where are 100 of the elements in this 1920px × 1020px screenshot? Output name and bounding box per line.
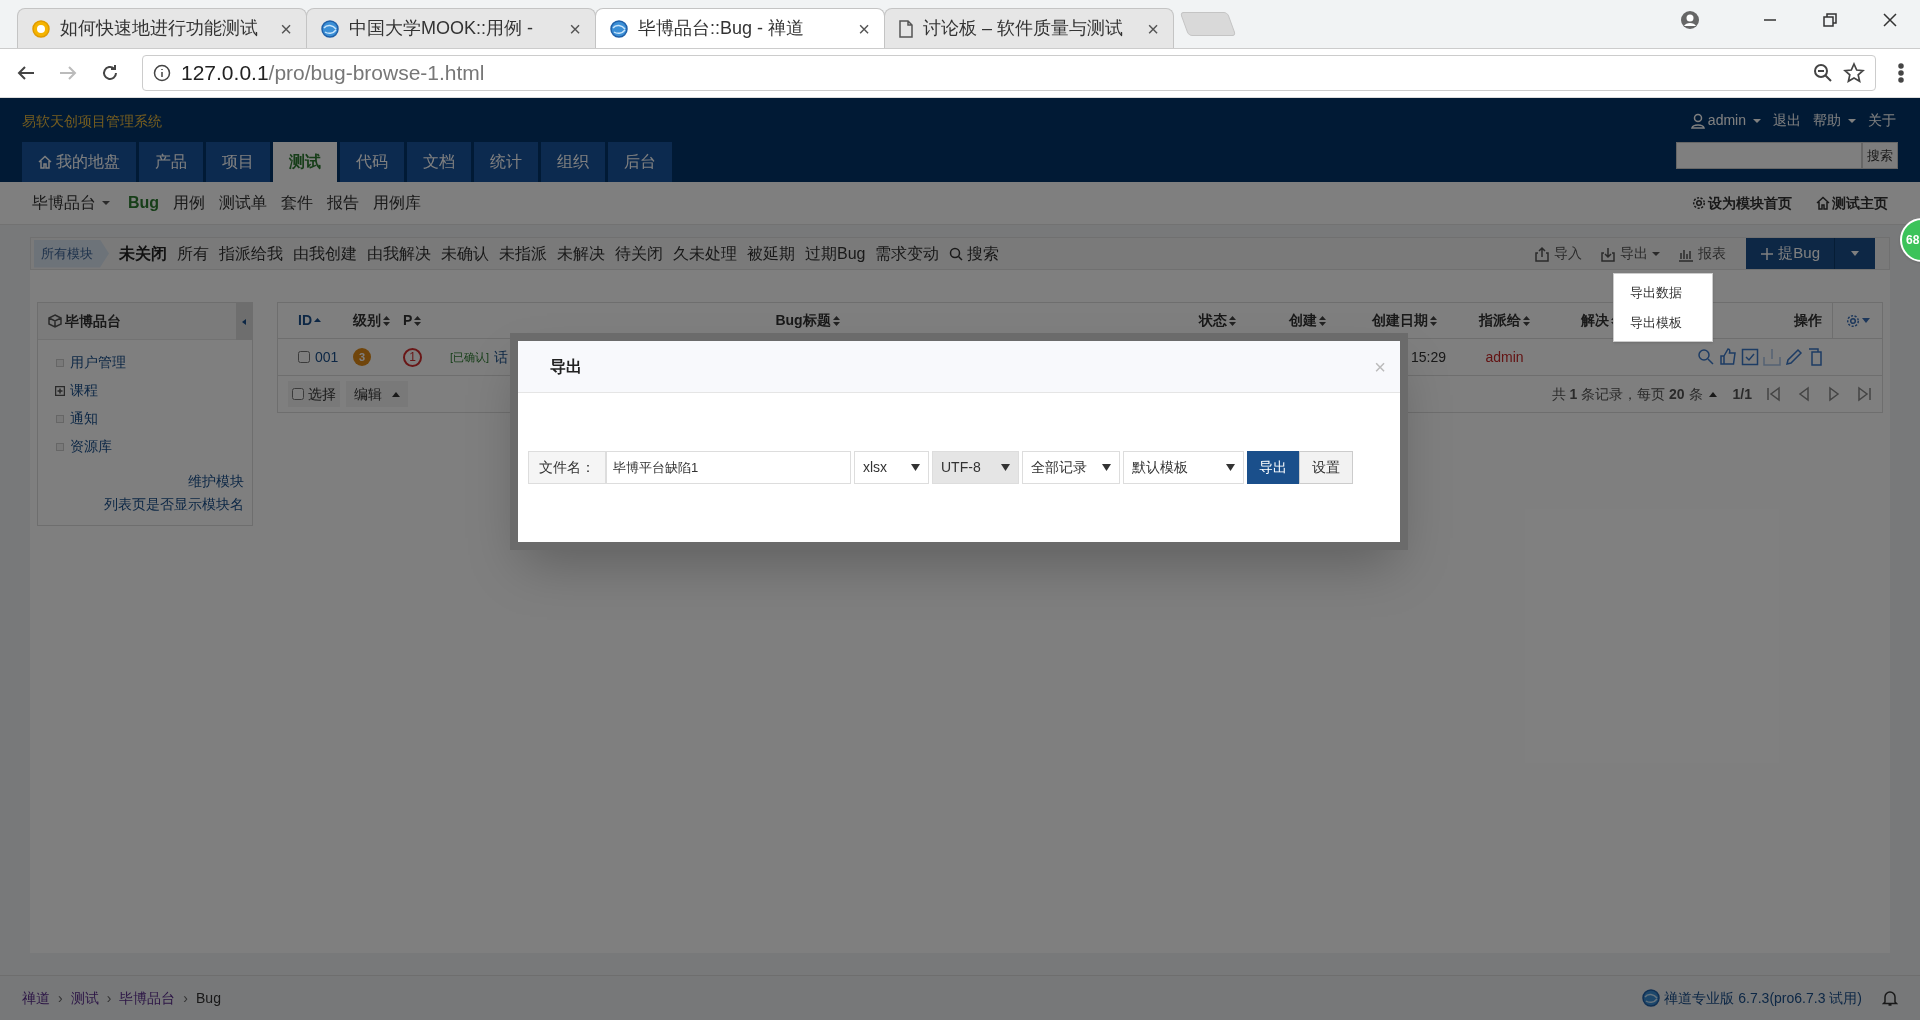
nav-tab[interactable]: 代码 [340,142,404,182]
select-field[interactable]: UTF-8 [932,451,1019,484]
tree-item[interactable]: 资源库 [55,436,252,457]
subnav-link[interactable]: 测试单 [219,191,268,215]
filter-tab[interactable]: 指派给我 [219,241,283,266]
more-icon[interactable] [1898,63,1904,83]
column-header[interactable]: 级别 [353,310,381,331]
search-link[interactable]: 搜索 [949,241,1000,266]
filter-tab[interactable]: 过期Bug [805,241,866,266]
subnav-action[interactable]: 设为模块首页 [1692,192,1792,214]
toolbar-action[interactable]: 导入 [1534,243,1583,264]
toolbar-action[interactable]: 报表 [1678,243,1727,264]
select-field[interactable]: 全部记录 [1022,451,1120,484]
subnav-link[interactable]: 用例 [173,191,206,215]
copy-icon[interactable] [1807,348,1825,366]
filter-tab[interactable]: 需求变动 [875,241,940,266]
bug-id[interactable]: 001 [315,346,339,368]
collapse-button[interactable] [236,303,252,340]
filter-tab[interactable]: 待关闭 [615,241,663,266]
filter-tab[interactable]: 所有 [177,241,209,266]
nav-tab[interactable]: 后台 [608,142,672,182]
select-field[interactable]: xlsx [854,451,929,484]
filter-tab[interactable]: 未确认 [441,241,489,266]
column-header[interactable]: 创建日期 [1372,310,1428,331]
filter-tab[interactable]: 未关闭 [119,241,167,266]
export-button[interactable]: 导出 [1247,451,1299,484]
settings-button[interactable]: 设置 [1299,451,1353,484]
address-bar[interactable]: 127.0.0.1/pro/bug-browse-1.html [142,55,1876,91]
browser-tab[interactable]: 如何快速地进行功能测试 × [17,8,307,48]
close-icon[interactable]: × [858,13,870,44]
search-button[interactable]: 搜索 [1862,142,1898,169]
tree-item[interactable]: 通知 [55,408,252,429]
filter-tab[interactable]: 未解决 [557,241,605,266]
user-menu-link[interactable]: 关于 [1868,110,1896,131]
module-chip[interactable]: 所有模块 [34,239,109,268]
column-header[interactable]: P [403,310,413,331]
last-page-icon[interactable] [1856,386,1872,402]
browser-tab[interactable]: 讨论板 – 软件质量与测试 × [884,8,1174,48]
column-header[interactable]: ID [298,310,312,331]
close-icon[interactable]: × [1147,13,1159,44]
file-name-field[interactable]: 毕博平台缺陷1 [606,451,851,484]
toolbar-action[interactable]: 导出 [1600,243,1661,264]
tree-item[interactable]: 用户管理 [55,352,252,373]
select-all-checkbox[interactable] [292,388,304,400]
column-header[interactable]: 操作 [1794,310,1822,331]
column-header[interactable]: 状态 [1198,310,1227,331]
filter-tab[interactable]: 被延期 [747,241,795,266]
column-header[interactable]: 创建 [1288,310,1317,331]
subnav-action[interactable]: 测试主页 [1816,192,1888,214]
first-page-icon[interactable] [1766,386,1782,402]
restore-icon[interactable] [1820,10,1840,30]
nav-tab[interactable]: 测试 [273,142,337,182]
star-icon[interactable] [1843,62,1865,84]
nav-tab[interactable]: 项目 [206,142,270,182]
close-icon[interactable]: × [569,13,581,44]
next-page-icon[interactable] [1826,386,1842,402]
column-header[interactable]: 指派给 [1479,310,1521,331]
nav-tab[interactable]: 产品 [139,142,203,182]
thumbs-up-icon[interactable] [1719,348,1737,366]
nav-tab[interactable]: 文档 [407,142,471,182]
floating-badge[interactable]: 68 [1900,218,1920,262]
subnav-link[interactable]: 套件 [281,191,314,215]
reload-icon[interactable] [100,63,120,83]
subnav-link[interactable]: Bug [128,191,160,215]
previous-page-icon[interactable] [1796,386,1812,402]
breadcrumb-link[interactable]: 测试 [70,987,99,1009]
search-icon[interactable] [1697,348,1715,366]
sidebar-link[interactable]: 列表页是否显示模块名 [104,494,244,515]
filter-tab[interactable]: 由我创建 [293,241,357,266]
nav-tab[interactable]: 统计 [474,142,538,182]
pencil-icon[interactable] [1785,348,1803,366]
tree-item[interactable]: 课程 [55,380,252,401]
sidebar-link[interactable]: 维护模块 [188,471,244,492]
filter-tab[interactable]: 由我解决 [367,241,431,266]
version-link[interactable]: 禅道专业版 6.7.3(pro6.7.3 试用) [1664,987,1862,1009]
row-checkbox[interactable] [298,351,310,363]
menu-item[interactable]: 导出数据 [1614,278,1712,308]
select-field[interactable]: 默认模板 [1123,451,1244,484]
search-field[interactable] [1676,142,1862,169]
browser-tab[interactable]: 毕博品台::Bug - 禅道 × [595,8,885,48]
nav-tab[interactable]: 我的地盘 [22,142,136,182]
browser-tab[interactable]: 中国大学MOOK::用例 - × [306,8,596,48]
subnav-link[interactable]: 用例库 [373,191,422,215]
user-menu-link[interactable]: 退出 [1773,110,1801,131]
column-header[interactable]: 解决 [1581,310,1609,331]
breadcrumb-link[interactable]: 禅道 [22,987,50,1009]
user-menu-link[interactable]: 帮助 [1813,110,1856,131]
bell-icon[interactable] [1882,990,1898,1006]
product-switcher[interactable]: 毕博品台 [32,191,110,215]
close-icon[interactable]: × [280,13,292,44]
nav-tab[interactable]: 组织 [541,142,605,182]
column-header[interactable]: Bug标题 [775,310,831,331]
bug-title[interactable]: 话 [494,346,509,368]
breadcrumb-link[interactable]: 毕博品台 [119,987,176,1009]
account-icon[interactable] [1680,10,1700,30]
subnav-link[interactable]: 报告 [327,191,360,215]
edit-button[interactable]: 编辑 [346,381,408,407]
menu-item[interactable]: 导出模板 [1614,307,1712,337]
user-menu-link[interactable]: admin [1690,110,1761,131]
zoom-icon[interactable] [1813,63,1833,83]
